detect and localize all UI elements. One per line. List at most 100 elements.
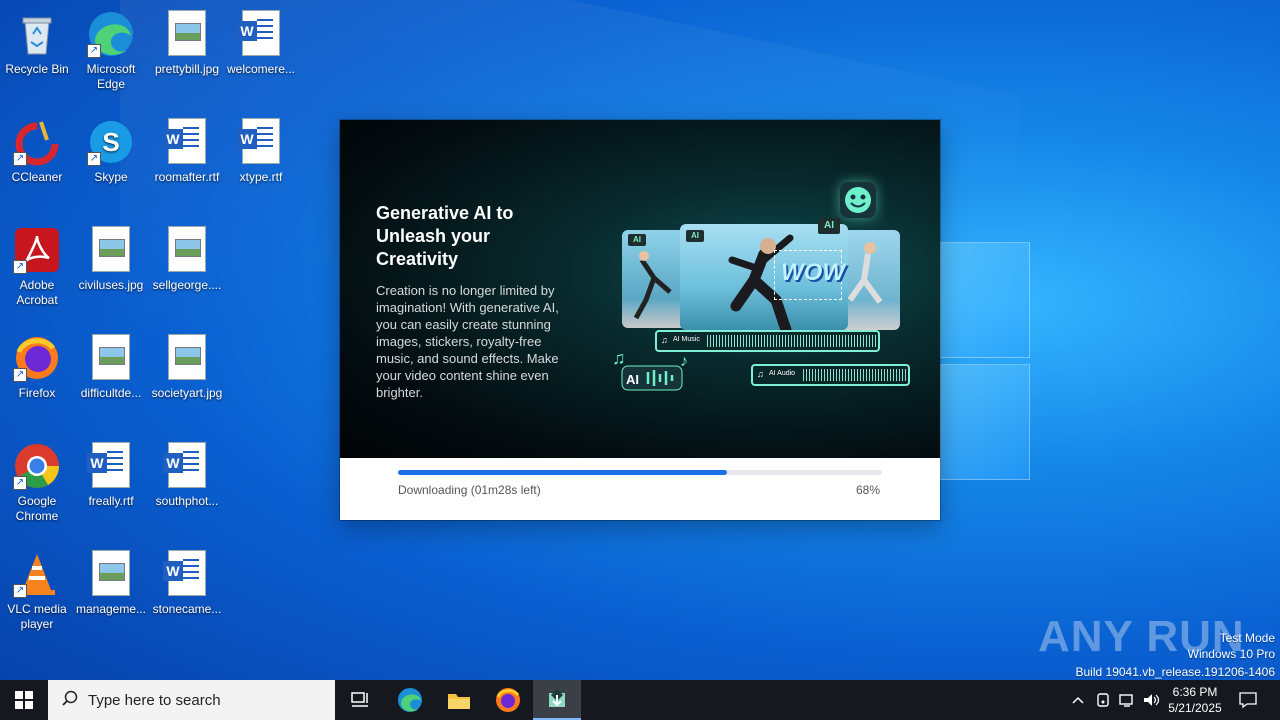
audio-note-icon: ♫ <box>757 369 764 379</box>
icon-label: societyart.jpg <box>151 386 223 400</box>
word-file-icon: W <box>237 10 285 58</box>
firefox-icon: ↗ <box>13 334 61 382</box>
taskbar-edge-button[interactable] <box>386 680 434 720</box>
word-file-icon: W <box>163 442 211 490</box>
volume-icon <box>1144 694 1160 706</box>
ai-music-sticker-label: AI <box>626 372 639 387</box>
wallpaper-logo-pane <box>940 242 1030 358</box>
desktop-icon-word-file[interactable]: W roomafter.rtf <box>150 112 224 185</box>
emoji-sticker-icon <box>840 182 876 218</box>
desktop-icon-word-file[interactable]: W welcomere... <box>224 4 298 77</box>
desktop-icon-image-file[interactable]: prettybill.jpg <box>150 4 224 77</box>
test-mode-label: Test Mode <box>1219 631 1275 645</box>
image-file-icon <box>163 334 211 382</box>
recycle-bin-icon <box>13 10 61 58</box>
adobe-acrobat-icon: ↗ <box>13 226 61 274</box>
chrome-icon: ↗ <box>13 442 61 490</box>
action-center-button[interactable] <box>1232 680 1264 720</box>
icon-label: Firefox <box>18 386 56 400</box>
desktop-icon-image-file[interactable]: sellgeorge.... <box>150 220 224 293</box>
download-footer: Downloading (01m28s left) 68% <box>340 458 940 520</box>
ai-music-label: AI Music <box>673 336 700 343</box>
desktop-icon-image-file[interactable]: manageme... <box>74 544 148 617</box>
edge-icon: ↗ <box>87 10 135 58</box>
desktop-icon-ccleaner[interactable]: ↗ CCleaner <box>0 112 74 185</box>
taskbar-search-box[interactable]: Type here to search <box>48 680 335 720</box>
desktop-icon-word-file[interactable]: W xtype.rtf <box>224 112 298 185</box>
shortcut-arrow-icon: ↗ <box>13 152 27 166</box>
desktop-icon-google-chrome[interactable]: ↗ Google Chrome <box>0 436 74 524</box>
desktop-icon-recycle-bin[interactable]: Recycle Bin <box>0 4 74 77</box>
desktop-icon-word-file[interactable]: W stonecame... <box>150 544 224 617</box>
desktop-icon-image-file[interactable]: civiluses.jpg <box>74 220 148 293</box>
skype-icon: S ↗ <box>87 118 135 166</box>
desktop-icon-word-file[interactable]: W southphot... <box>150 436 224 509</box>
task-view-icon <box>351 692 368 707</box>
progress-track <box>398 470 882 475</box>
promo-banner: Generative AI to Unleash your Creativity… <box>340 120 940 458</box>
desktop-icon-word-file[interactable]: W freally.rtf <box>74 436 148 509</box>
edge-icon <box>398 688 422 712</box>
tray-network-button[interactable] <box>1116 680 1138 720</box>
music-note-icon: ♫ <box>661 335 668 345</box>
word-file-icon: W <box>237 118 285 166</box>
show-hidden-icons-button[interactable] <box>1068 680 1088 720</box>
tray-device-button[interactable] <box>1092 680 1114 720</box>
notification-icon <box>1239 692 1257 708</box>
icon-label: civiluses.jpg <box>78 278 144 292</box>
ai-badge: AI <box>686 230 704 242</box>
shortcut-arrow-icon: ↗ <box>13 584 27 598</box>
vlc-icon: ↗ <box>13 550 61 598</box>
icon-label: Microsoft Edge <box>86 62 136 91</box>
taskbar: Type here to search 6:36 PM 5/21/2025 <box>0 680 1280 720</box>
image-file-icon <box>163 226 211 274</box>
desktop-icon-vlc[interactable]: ↗ VLC media player <box>0 544 74 632</box>
icon-label: Recycle Bin <box>5 62 69 76</box>
icon-label: stonecame... <box>152 602 222 616</box>
icon-label: Google Chrome <box>15 494 59 523</box>
progress-fill <box>398 470 728 475</box>
icon-label: VLC media player <box>7 602 67 631</box>
promo-description: Creation is no longer limited by imagina… <box>376 283 559 400</box>
tray-volume-button[interactable] <box>1140 680 1162 720</box>
firefox-icon <box>496 688 520 712</box>
clock-date: 5/21/2025 <box>1168 701 1222 715</box>
search-placeholder: Type here to search <box>88 691 221 709</box>
taskbar-clock[interactable]: 6:36 PM 5/21/2025 <box>1162 684 1228 716</box>
download-percent: 68% <box>855 483 880 497</box>
desktop-icon-microsoft-edge[interactable]: ↗ Microsoft Edge <box>74 4 148 92</box>
desktop-icon-image-file[interactable]: difficultde... <box>74 328 148 401</box>
svg-text:S: S <box>102 127 119 157</box>
icon-label: manageme... <box>75 602 147 616</box>
wallpaper-logo-pane <box>940 364 1030 480</box>
start-button[interactable] <box>0 680 48 720</box>
desktop-icon-skype[interactable]: S ↗ Skype <box>74 112 148 185</box>
download-status: Downloading (01m28s left) <box>398 483 541 497</box>
shortcut-arrow-icon: ↗ <box>13 476 27 490</box>
task-view-button[interactable] <box>336 680 384 720</box>
promo-illustration: AI AI WOW AI ♫ AI Music ♫ AI Audio ♫ ♪ A… <box>610 170 920 450</box>
word-file-icon: W <box>87 442 135 490</box>
promo-headline: Generative AI to Unleash your Creativity <box>376 203 514 269</box>
network-icon <box>1119 694 1133 707</box>
image-file-icon <box>87 334 135 382</box>
desktop-icon-adobe-acrobat[interactable]: ↗ Adobe Acrobat <box>0 220 74 308</box>
ai-sticker-badge: AI <box>818 218 840 234</box>
icon-label: southphot... <box>155 494 219 508</box>
windows-logo-icon <box>15 691 33 709</box>
build-label: Build 19041.vb_release.191206-1406 <box>1075 665 1276 679</box>
icon-label: Adobe Acrobat <box>16 278 58 307</box>
shortcut-arrow-icon: ↗ <box>87 44 101 58</box>
desktop-icon-firefox[interactable]: ↗ Firefox <box>0 328 74 401</box>
icon-label: Skype <box>94 170 128 184</box>
taskbar-file-explorer-button[interactable] <box>435 680 483 720</box>
taskbar-firefox-button[interactable] <box>484 680 532 720</box>
word-file-icon: W <box>163 118 211 166</box>
wow-sticker: WOW <box>774 250 845 300</box>
desktop-icon-image-file[interactable]: societyart.jpg <box>150 328 224 401</box>
ai-music-sticker-icon: ♫ ♪ AI <box>610 346 694 396</box>
taskbar-installer-button[interactable] <box>533 680 581 720</box>
search-icon <box>62 690 78 710</box>
icon-label: CCleaner <box>11 170 63 184</box>
icon-label: freally.rtf <box>88 494 134 508</box>
